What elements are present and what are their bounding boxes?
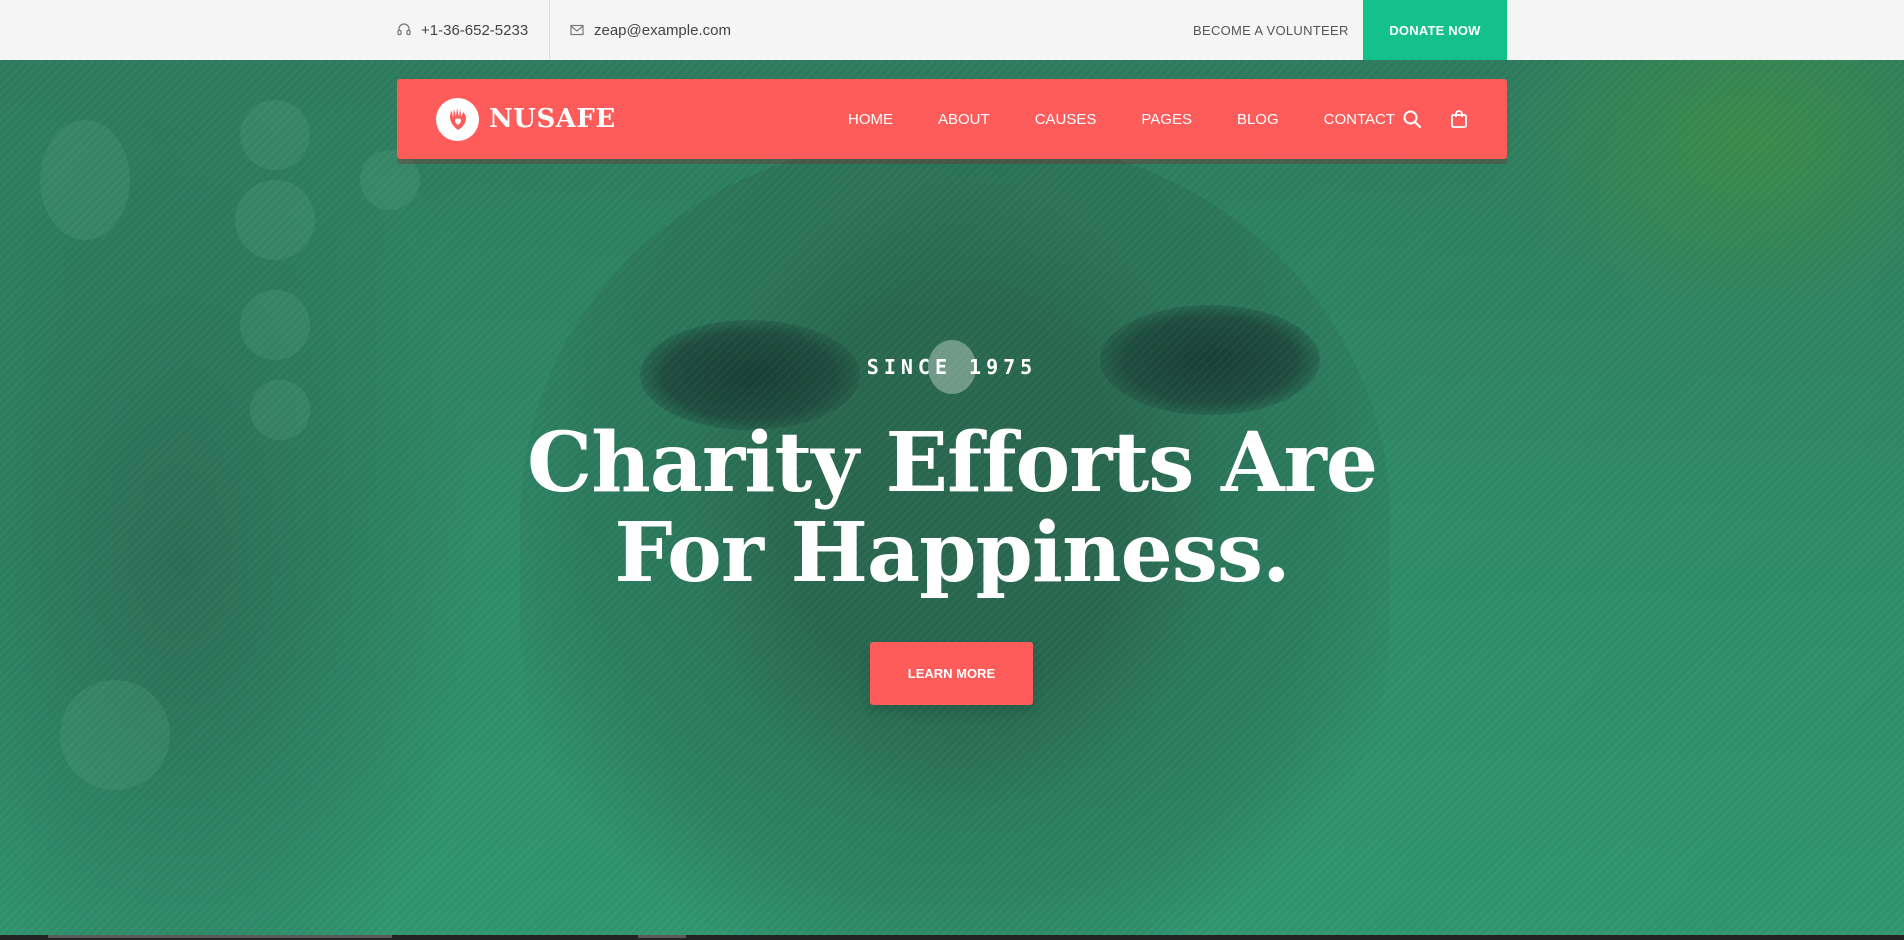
learn-more-button[interactable]: LEARN MORE <box>870 642 1033 705</box>
shopping-bag-icon[interactable] <box>1447 107 1471 131</box>
headset-icon <box>397 23 411 37</box>
contact-divider <box>549 0 550 60</box>
phone-number: +1-36-652-5233 <box>421 21 529 39</box>
contact-email[interactable]: zeap@example.com <box>570 0 731 60</box>
scroll-segment <box>638 935 686 938</box>
hero-eyebrow: SINCE 1975 <box>866 355 1038 379</box>
nav-item-contact[interactable]: CONTACT <box>1324 111 1395 128</box>
nav-item-about[interactable]: ABOUT <box>938 111 990 128</box>
nav-item-causes[interactable]: CAUSES <box>1035 111 1097 128</box>
hero-headline-line-1: Charity Efforts Are <box>527 415 1378 511</box>
email-address: zeap@example.com <box>594 21 731 39</box>
eyebrow-wrap: SINCE 1975 <box>452 340 1452 394</box>
hero-headline: Charity Efforts Are For Happiness. <box>452 418 1452 598</box>
hand-heart-icon <box>436 97 479 141</box>
main-navigation: NUSAFE HOME ABOUT CAUSES PAGES BLOG CONT… <box>397 79 1507 159</box>
contact-phone[interactable]: +1-36-652-5233 <box>397 0 528 60</box>
nav-links: HOME ABOUT CAUSES PAGES BLOG CONTACT <box>848 79 1395 159</box>
nav-item-home[interactable]: HOME <box>848 111 893 128</box>
top-utility-bar-inner: +1-36-652-5233 zeap@example.com BECOME A… <box>397 0 1507 60</box>
brand-name: NUSAFE <box>489 104 616 134</box>
become-volunteer-link[interactable]: BECOME A VOLUNTEER <box>1193 0 1349 60</box>
envelope-icon <box>570 24 584 36</box>
hero-content: SINCE 1975 Charity Efforts Are For Happi… <box>452 340 1452 598</box>
bottom-scroll-strip <box>0 935 1904 940</box>
donate-now-button[interactable]: DONATE NOW <box>1363 0 1507 60</box>
search-icon[interactable] <box>1400 107 1424 131</box>
scroll-segment <box>48 935 392 938</box>
brand-logo[interactable]: NUSAFE <box>436 97 616 141</box>
nav-item-blog[interactable]: BLOG <box>1237 111 1279 128</box>
top-utility-bar: +1-36-652-5233 zeap@example.com BECOME A… <box>0 0 1904 60</box>
hero-headline-line-2: For Happiness. <box>614 505 1290 601</box>
nav-item-pages[interactable]: PAGES <box>1141 111 1192 128</box>
